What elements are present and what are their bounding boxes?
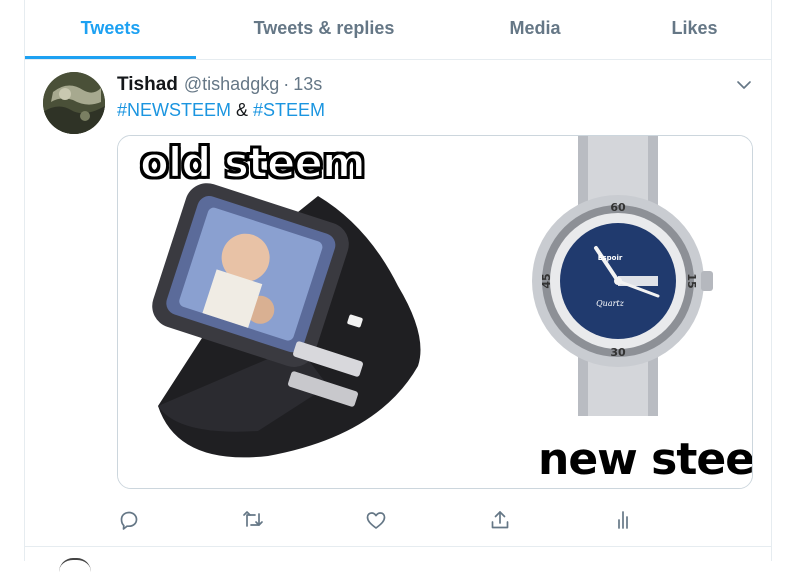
profile-tabs: Tweets Tweets & replies Media Likes [25,0,771,60]
dial-number-15: 15 [685,273,698,288]
chevron-down-icon[interactable] [735,76,753,94]
like-icon[interactable] [364,508,388,532]
analytics-icon[interactable] [611,508,635,532]
new-steem-caption: new steem [538,434,753,485]
dial-number-45: 45 [540,273,553,288]
tab-media[interactable]: Media [452,0,618,57]
dial-number-30: 30 [610,346,626,359]
dial-number-60: 60 [610,201,626,214]
tweet-media-image[interactable]: 60 15 30 45 Espoir Quartz old steem new … [117,135,753,489]
tab-tweets-and-replies[interactable]: Tweets & replies [196,0,452,57]
retweet-icon[interactable] [241,508,265,532]
timestamp[interactable]: 13s [293,74,322,95]
tab-likes[interactable]: Likes [618,0,771,57]
watch-brand: Espoir [598,254,623,262]
author-handle[interactable]: @tishadgkg [184,74,279,95]
tweet[interactable]: Tishad @tishadgkg · 13s #NEWSTEEM & #STE… [25,60,771,547]
watch-script: Quartz [596,299,625,308]
hashtag-steem[interactable]: #STEEM [253,100,325,120]
avatar[interactable] [43,72,105,134]
tweet-joiner: & [231,100,254,120]
tweet-actions [117,508,637,532]
separator: · [283,74,290,94]
share-icon[interactable] [488,508,512,532]
tweet-text: #NEWSTEEM & #STEEM [117,100,325,121]
hashtag-newsteem[interactable]: #NEWSTEEM [117,100,231,120]
reply-icon[interactable] [117,508,141,532]
tweet-header: Tishad @tishadgkg · 13s [117,74,322,96]
old-steem-caption: old steem [139,137,367,188]
old-watch-image [118,136,458,488]
next-tweet-avatar-edge [59,558,91,572]
tab-tweets[interactable]: Tweets [25,0,196,59]
timeline-column: Tweets Tweets & replies Media Likes Tish… [24,0,772,561]
author-name[interactable]: Tishad [117,74,178,96]
